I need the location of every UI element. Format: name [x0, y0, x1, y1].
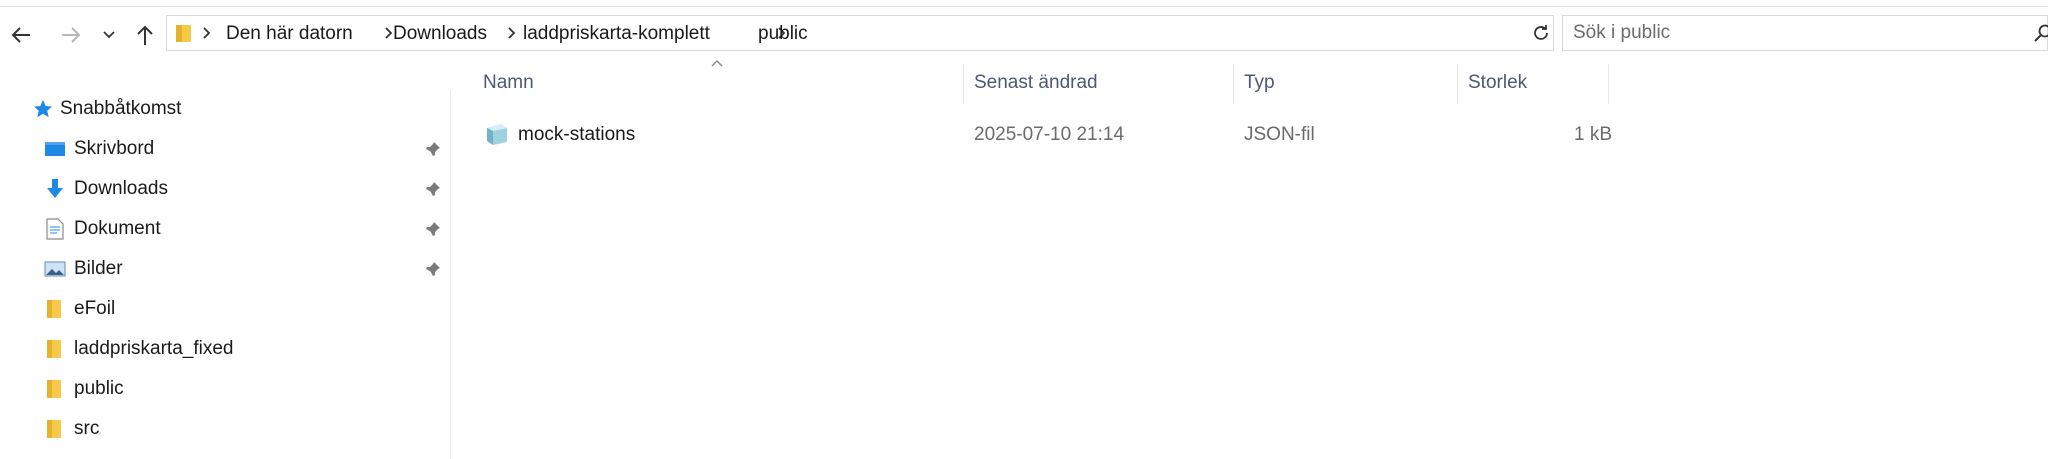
- folder-icon: [47, 420, 61, 438]
- refresh-button[interactable]: [1526, 15, 1556, 51]
- sidebar-item-quick-access[interactable]: Snabbåtkomst: [0, 90, 451, 126]
- sidebar-item-label: src: [74, 418, 100, 439]
- pictures-icon: [44, 261, 66, 277]
- file-type: JSON-fil: [1244, 124, 1315, 145]
- desktop-icon: [45, 142, 65, 156]
- address-bar[interactable]: Den här datorn Downloads laddpriskarta-k…: [166, 15, 1680, 51]
- download-arrow-icon: [47, 179, 63, 198]
- breadcrumb-downloads[interactable]: Downloads: [393, 23, 487, 45]
- json-file-icon: [487, 124, 507, 145]
- star-icon: [34, 100, 52, 118]
- column-divider[interactable]: [1608, 64, 1609, 104]
- sidebar-item-label: Downloads: [74, 178, 168, 199]
- document-icon: [46, 218, 64, 240]
- sidebar-item-label: Skrivbord: [74, 138, 155, 159]
- sidebar-item-efoil[interactable]: eFoil: [0, 290, 451, 326]
- search-input[interactable]: [1573, 21, 1993, 45]
- recent-locations-button[interactable]: [94, 18, 124, 52]
- sidebar-item-label: Snabbåtkomst: [60, 98, 182, 119]
- search-box[interactable]: [1562, 15, 2048, 51]
- breadcrumb-laddpriskarta-komplett[interactable]: laddpriskarta-komplett: [523, 23, 710, 45]
- sidebar-item-downloads[interactable]: Downloads: [0, 170, 451, 206]
- sidebar-item-bilder[interactable]: Bilder: [0, 250, 451, 286]
- refresh-icon: [1534, 25, 1548, 40]
- column-header-name[interactable]: Namn: [483, 72, 534, 94]
- chevron-down-icon: [103, 31, 115, 39]
- sidebar-item-label: eFoil: [74, 298, 116, 319]
- folder-icon: [47, 300, 61, 318]
- forward-button[interactable]: [54, 18, 88, 52]
- pin-icon[interactable]: [424, 180, 442, 198]
- folder-icon: [47, 380, 61, 398]
- sidebar-item-label: public: [74, 378, 124, 399]
- breadcrumb-public[interactable]: public: [758, 23, 808, 45]
- sidebar-item-label: Dokument: [74, 218, 161, 239]
- column-divider[interactable]: [1457, 64, 1458, 104]
- file-date-modified: 2025-07-10 21:14: [974, 124, 1125, 145]
- pin-icon[interactable]: [424, 140, 442, 158]
- file-size: 1 kB: [1573, 124, 1612, 145]
- column-header-size[interactable]: Storlek: [1468, 72, 1527, 94]
- sidebar-item-laddpriskarta-fixed[interactable]: laddpriskarta_fixed: [0, 330, 451, 366]
- up-button[interactable]: [128, 18, 162, 52]
- arrow-left-icon: [11, 27, 30, 43]
- column-divider[interactable]: [963, 64, 964, 104]
- window-top-edge: [0, 0, 2048, 7]
- navigation-pane: Snabbåtkomst Skrivbord Downloads Dokumen…: [0, 90, 451, 459]
- sidebar-item-skrivbord[interactable]: Skrivbord: [0, 130, 451, 166]
- sidebar-item-src[interactable]: src: [0, 410, 451, 446]
- pin-icon[interactable]: [424, 260, 442, 278]
- folder-icon: [47, 340, 61, 358]
- column-header-type[interactable]: Typ: [1244, 72, 1275, 94]
- column-divider[interactable]: [1233, 64, 1234, 104]
- search-icon[interactable]: [2033, 23, 2048, 43]
- chevron-right-icon: [508, 27, 516, 39]
- chevron-right-icon: [203, 27, 211, 39]
- sidebar-item-label: Bilder: [74, 258, 123, 279]
- arrow-right-icon: [62, 27, 81, 43]
- column-header-date-modified[interactable]: Senast ändrad: [974, 72, 1098, 94]
- sidebar-item-dokument[interactable]: Dokument: [0, 210, 451, 246]
- file-name: mock-stations: [518, 124, 636, 145]
- pin-icon[interactable]: [424, 220, 442, 238]
- arrow-up-icon: [137, 25, 153, 45]
- sidebar-item-label: laddpriskarta_fixed: [74, 338, 234, 359]
- file-row[interactable]: mock-stations 2025-07-10 21:14 JSON-fil …: [478, 116, 1612, 152]
- folder-icon: [176, 25, 191, 42]
- sort-ascending-icon: [711, 60, 723, 67]
- breadcrumb-this-pc[interactable]: Den här datorn: [226, 23, 353, 45]
- back-button[interactable]: [4, 18, 38, 52]
- sidebar-item-public[interactable]: public: [0, 370, 451, 406]
